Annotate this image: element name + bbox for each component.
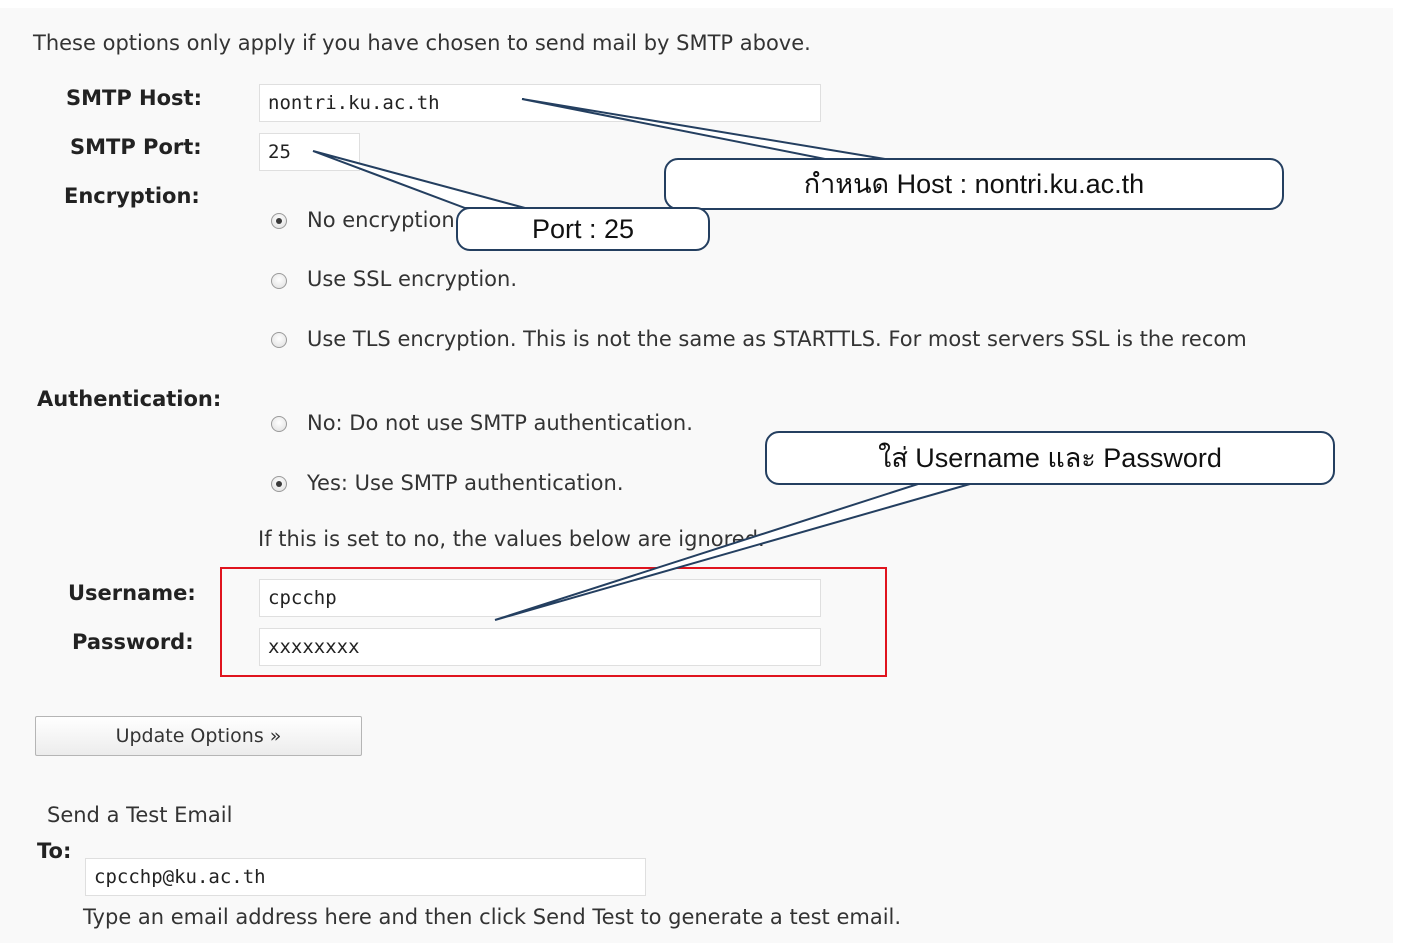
host-callout-pointer: [521, 98, 886, 160]
credentials-annotation-callout: ใส่ Username และ Password: [765, 431, 1335, 485]
port-annotation-callout: Port : 25: [456, 207, 710, 251]
port-callout-pointer: [312, 150, 526, 209]
credentials-callout-pointer: [494, 483, 971, 621]
host-annotation-callout: กำหนด Host : nontri.ku.ac.th: [664, 158, 1284, 210]
